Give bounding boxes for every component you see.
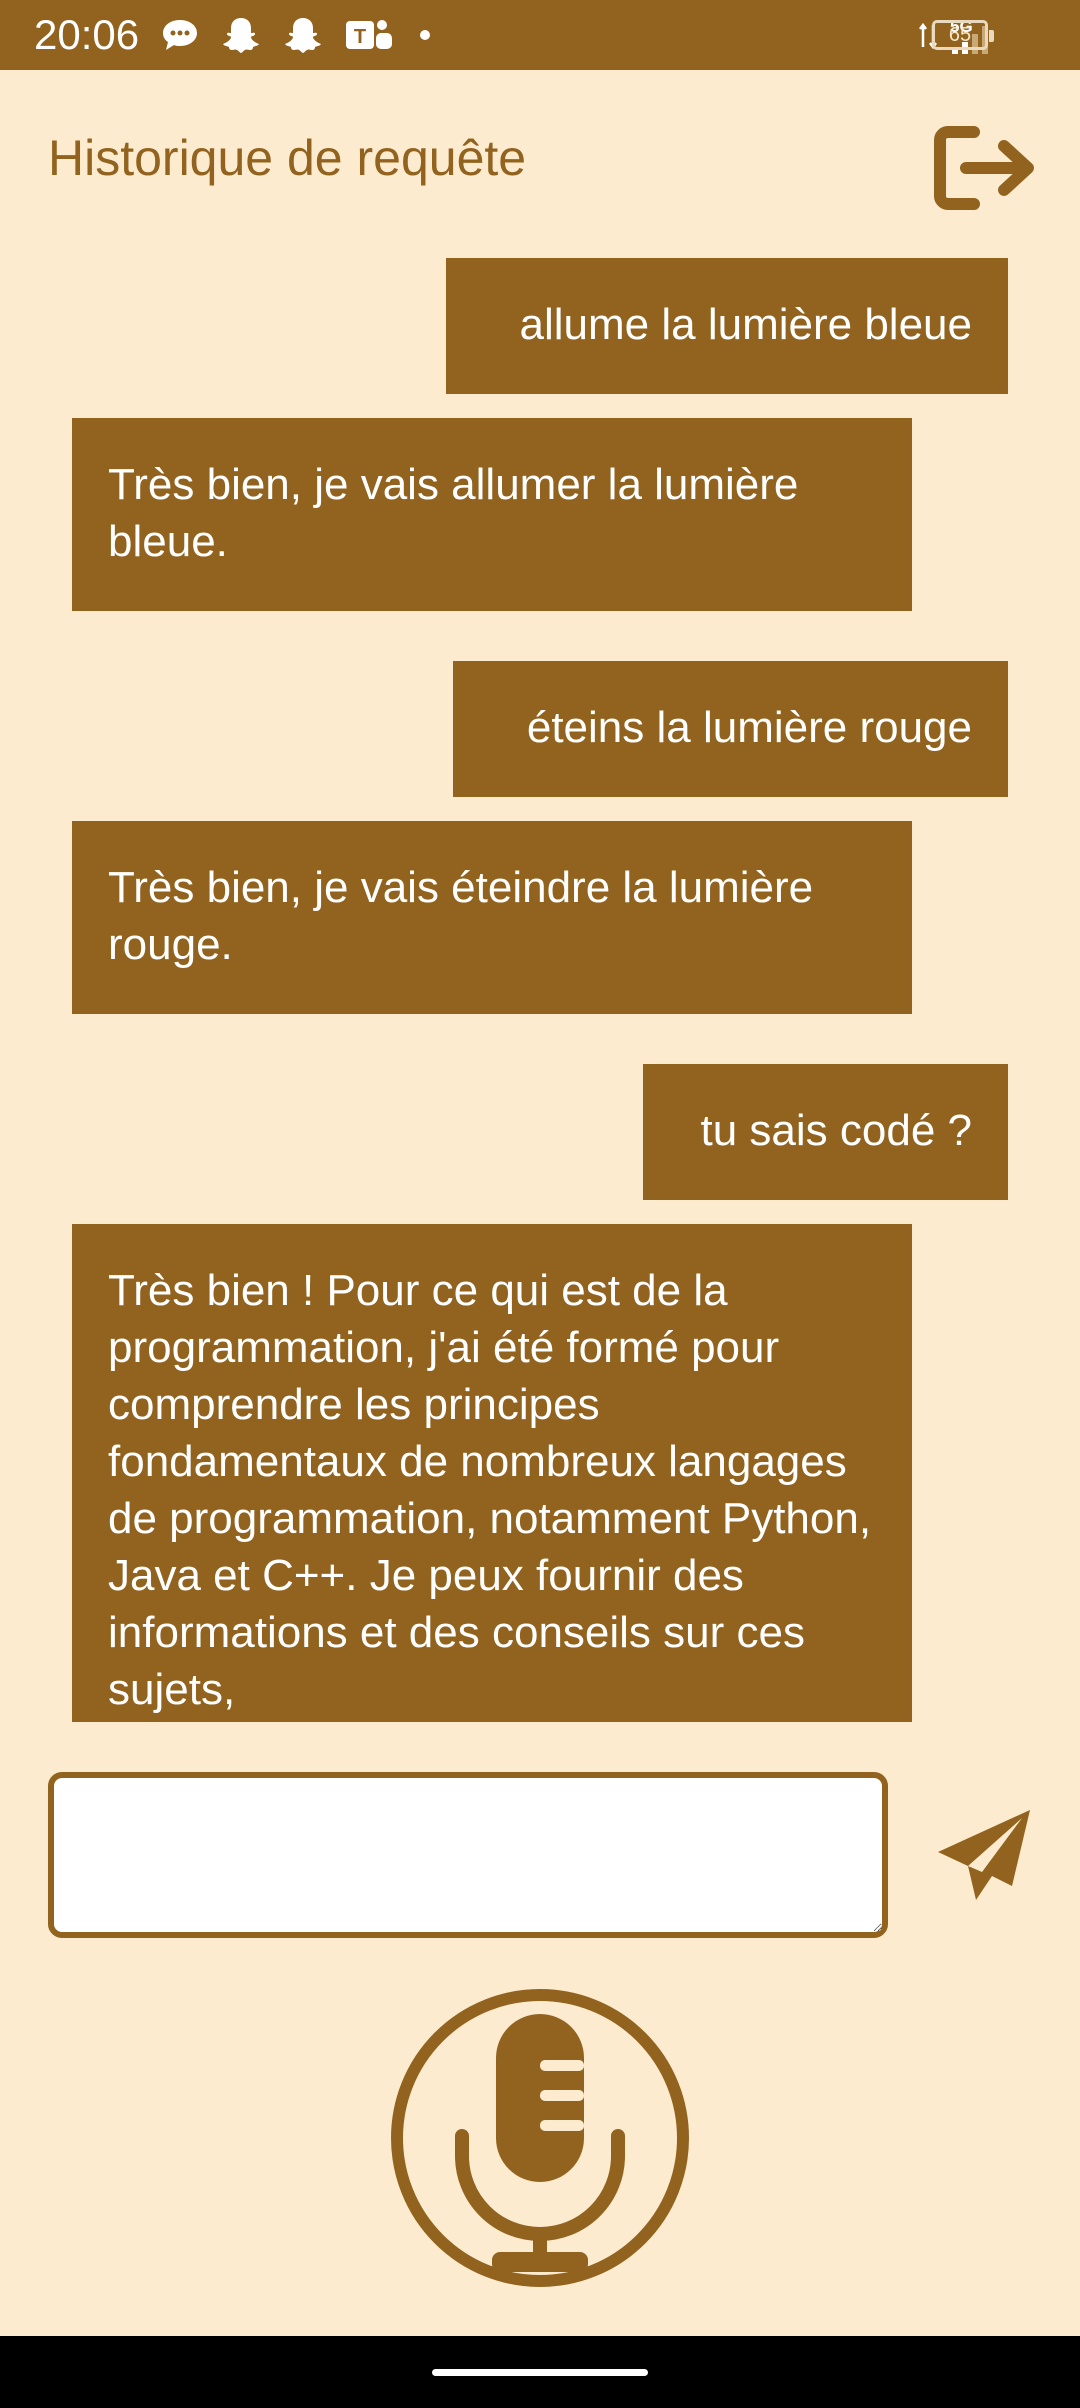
- chat-history[interactable]: allume la lumière bleue Très bien, je va…: [0, 240, 1080, 1722]
- svg-text:T: T: [354, 26, 366, 48]
- message-input[interactable]: [48, 1772, 888, 1938]
- user-message: allume la lumière bleue: [446, 258, 1008, 394]
- send-icon: [938, 1810, 1030, 1900]
- microphone-button[interactable]: [388, 1986, 692, 2290]
- microphone-icon: [391, 1989, 689, 2287]
- chat-bubble-icon: [163, 20, 197, 50]
- logout-icon: [934, 126, 1034, 210]
- battery-indicator: 65: [932, 20, 994, 50]
- assistant-message: Très bien, je vais éteindre la lumière r…: [72, 821, 912, 1014]
- user-message: éteins la lumière rouge: [453, 661, 1008, 797]
- teams-icon: T: [346, 20, 392, 49]
- page-title: Historique de requête: [48, 130, 527, 186]
- send-button[interactable]: [930, 1800, 1040, 1910]
- status-time: 20:06: [34, 11, 140, 58]
- status-bar: 20:06 T 5G 65: [0, 0, 1080, 70]
- user-message: tu sais codé ?: [643, 1064, 1008, 1200]
- assistant-message: Très bien, je vais allumer la lumière bl…: [72, 418, 912, 611]
- notification-icons: T: [160, 15, 430, 55]
- more-dot-icon: [420, 30, 430, 40]
- assistant-message: Très bien ! Pour ce qui est de la progra…: [72, 1224, 912, 1722]
- snapchat-icon: [285, 18, 321, 53]
- snapchat-icon: [223, 18, 259, 53]
- home-indicator[interactable]: [432, 2369, 648, 2376]
- logout-button[interactable]: [930, 120, 1040, 220]
